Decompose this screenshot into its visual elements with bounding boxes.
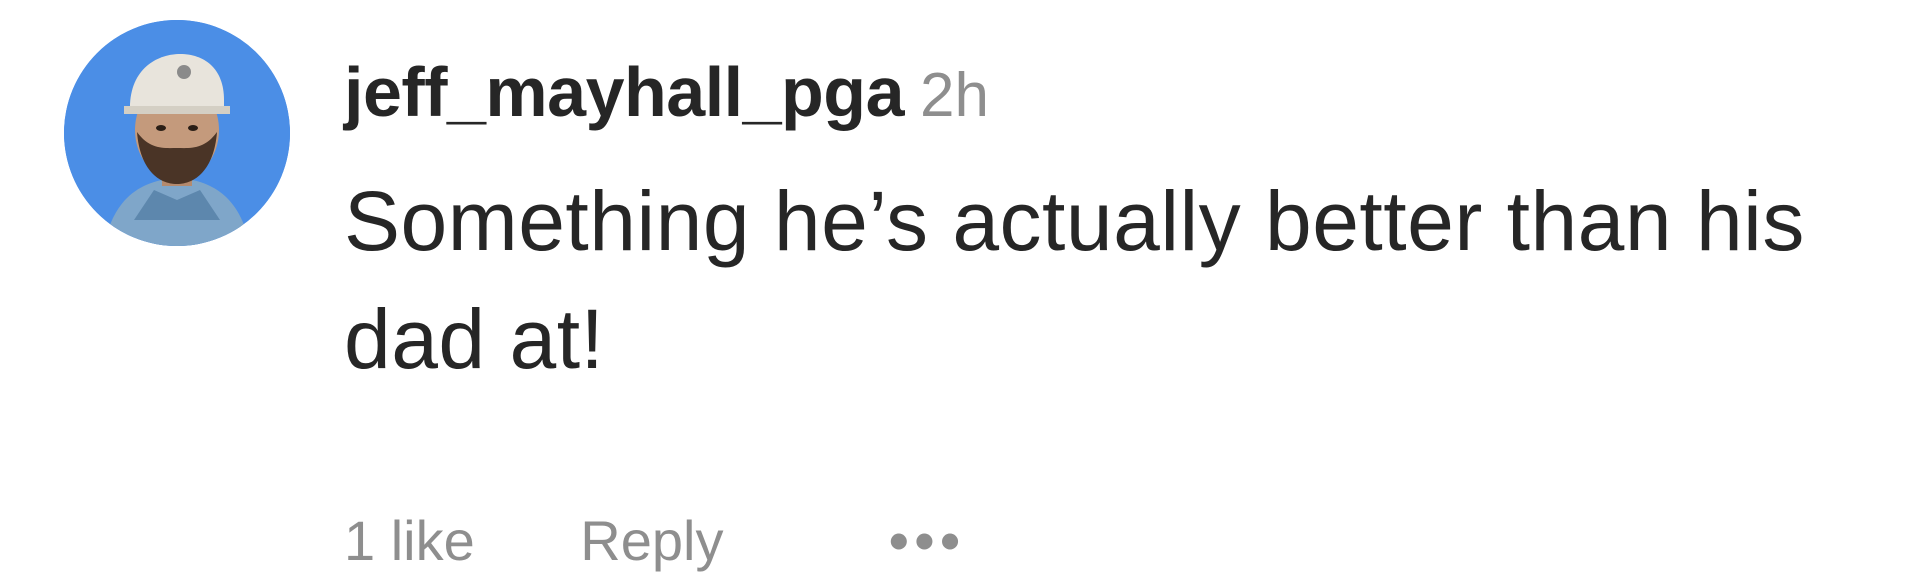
username-link[interactable]: jeff_mayhall_pga (344, 53, 905, 131)
avatar[interactable] (64, 20, 290, 246)
reply-button[interactable]: Reply (580, 506, 723, 576)
comment-item: jeff_mayhall_pga 2h Something he’s actual… (0, 0, 1920, 576)
comment-text: Something he’s actually better than his … (344, 174, 1805, 386)
like-count[interactable]: 1 like (344, 506, 475, 576)
avatar-photo-icon (64, 20, 290, 246)
comment-timestamp: 2h (920, 61, 989, 130)
comment-actions: 1 like Reply ••• (344, 506, 966, 576)
comment-header: jeff_mayhall_pga 2h (344, 52, 989, 132)
more-options-icon[interactable]: ••• (889, 506, 966, 576)
